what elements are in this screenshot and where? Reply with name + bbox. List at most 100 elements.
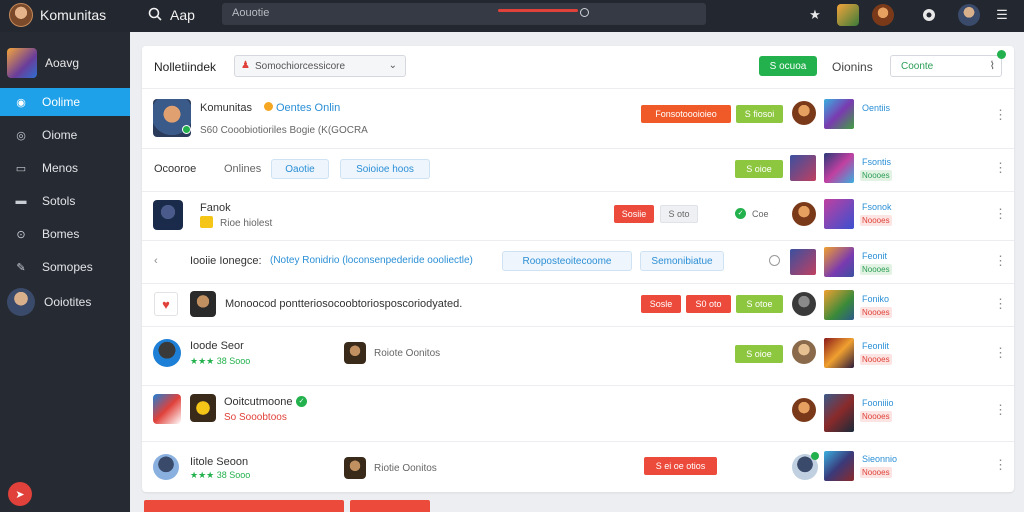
- more-options-icon[interactable]: ⋮: [994, 206, 1007, 222]
- list-item[interactable]: Fanok Rioe hiolest Sosiie S oto ✓ Coe Fs…: [142, 192, 1014, 240]
- action-button[interactable]: S ei oe otios: [644, 457, 717, 475]
- game-thumbnail[interactable]: [790, 249, 816, 275]
- member-name: Ooitcutmoone: [224, 396, 293, 408]
- globe-icon: ⊙: [16, 228, 26, 241]
- member-avatar: [344, 457, 366, 479]
- sidebar-item-label: Oolime: [42, 95, 81, 109]
- member-avatar: [190, 394, 216, 422]
- online-indicator: [182, 125, 191, 134]
- game-thumbnail[interactable]: [824, 394, 854, 432]
- top-bar: Komunitas Aap Aouotie ★ ☰: [0, 0, 1024, 32]
- more-options-icon[interactable]: ⋮: [994, 296, 1007, 312]
- more-options-icon[interactable]: ⋮: [994, 402, 1007, 418]
- bottom-action-button[interactable]: [350, 500, 430, 512]
- sidebar-item-label: Sotols: [42, 194, 76, 208]
- game-thumbnail[interactable]: [824, 153, 854, 183]
- select-value: Somochiorcessicore: [255, 61, 346, 72]
- menu-icon[interactable]: ☰: [991, 4, 1013, 26]
- verified-icon: [264, 102, 273, 111]
- member-avatar: [153, 200, 183, 230]
- notification-icon[interactable]: [918, 4, 940, 26]
- game-thumbnail[interactable]: [824, 451, 854, 481]
- side-title: Fsonok: [862, 202, 892, 212]
- member-name: Iitole Seoon: [190, 456, 249, 468]
- secondary-button[interactable]: S oto: [660, 205, 698, 223]
- member-avatar: [153, 339, 181, 367]
- badge-icon: [200, 216, 213, 228]
- heart-icon[interactable]: ♥: [154, 292, 178, 316]
- community-avatar[interactable]: [7, 48, 37, 78]
- member-avatar: [792, 101, 816, 125]
- game-thumbnail[interactable]: [824, 290, 854, 320]
- filter-value: Coonte: [901, 61, 934, 72]
- member-status-link[interactable]: Oentes Onlin: [276, 102, 340, 114]
- app-logo[interactable]: [9, 3, 33, 27]
- panel-title: Nolletiindek: [154, 60, 217, 74]
- profile-avatar-small[interactable]: [872, 4, 894, 26]
- row-link[interactable]: (Notey Ronidrio (loconsenpederide ooolie…: [270, 255, 473, 266]
- action-button[interactable]: Fonsotoooioieo: [641, 105, 731, 123]
- filter-chip[interactable]: Semonibiatue: [640, 251, 724, 271]
- sidebar-item-user[interactable]: Ooiotites: [0, 288, 130, 316]
- game-thumbnail[interactable]: [790, 155, 816, 181]
- list-item[interactable]: Komunitas Oentes Onlin S60 Cooobiotioril…: [142, 89, 1014, 149]
- tag-button[interactable]: S oioe: [735, 345, 783, 363]
- more-options-icon[interactable]: ⋮: [994, 107, 1007, 123]
- progress-handle[interactable]: [580, 8, 589, 17]
- filter-chip[interactable]: Oaotie: [271, 159, 329, 179]
- chart-icon[interactable]: ⌇: [990, 59, 995, 72]
- tag-button[interactable]: S oioe: [735, 160, 783, 178]
- filter-chip[interactable]: Soioioe hoos: [340, 159, 430, 179]
- search-icon[interactable]: [148, 7, 162, 21]
- sidebar-item-online[interactable]: ◉ Oolime: [0, 88, 130, 116]
- chevron-left-icon[interactable]: ‹: [154, 255, 158, 267]
- action-button[interactable]: Sosle: [641, 295, 681, 313]
- tag-button[interactable]: S otoe: [736, 295, 783, 313]
- chip-label: Oaotie: [285, 163, 315, 175]
- action-button[interactable]: S0 oto: [686, 295, 731, 313]
- list-item[interactable]: Ooitcutmoone ✓ So Sooobtoos Fooniiio Noo…: [142, 386, 1014, 441]
- bottom-action-button[interactable]: [144, 500, 344, 512]
- radio-button[interactable]: [769, 255, 780, 266]
- game-thumbnail[interactable]: [824, 247, 854, 277]
- list-item[interactable]: ‹ Iooiie Ionegce: (Notey Ronidrio (locon…: [142, 241, 1014, 283]
- side-tag: Noooes: [860, 354, 892, 365]
- list-item[interactable]: Ocooroe Onlines Oaotie Soioioe hoos S oi…: [142, 149, 1014, 191]
- compose-button[interactable]: ➤: [8, 482, 32, 506]
- row-mid-text: Riotie Oonitos: [374, 463, 437, 474]
- search-label: Aap: [170, 7, 195, 23]
- category-select[interactable]: ♟ Somochiorcessicore ⌄: [234, 55, 406, 77]
- list-item[interactable]: Ioode Seor ★★★ 38 Sooo Roiote Oonitos S …: [142, 327, 1014, 385]
- more-options-icon[interactable]: ⋮: [994, 457, 1007, 473]
- sidebar-item-games[interactable]: ⊙ Bomes: [0, 220, 130, 248]
- sidebar-item-home[interactable]: ◎ Oiome: [0, 121, 130, 149]
- more-options-icon[interactable]: ⋮: [994, 253, 1007, 269]
- verified-icon: ✓: [296, 396, 307, 407]
- more-options-icon[interactable]: ⋮: [994, 345, 1007, 361]
- game-thumbnail[interactable]: [824, 338, 854, 368]
- filter-input[interactable]: Coonte ⌇: [890, 50, 1006, 77]
- game-icon[interactable]: [837, 4, 859, 26]
- tag-button[interactable]: S fiosoi: [736, 105, 783, 123]
- rating-stars: ★★★ 38 Sooo: [190, 470, 251, 480]
- sidebar-item-settings[interactable]: ✎ Somopes: [0, 253, 130, 281]
- user-avatar[interactable]: [958, 4, 980, 26]
- list-item[interactable]: ♥ Monoocod pontteriosocoobtoriosposcorio…: [142, 284, 1014, 326]
- sidebar-item-messages[interactable]: ▭ Menos: [0, 154, 130, 182]
- filter-chip[interactable]: Rooposteoitecoome: [502, 251, 632, 271]
- sidebar-item-tools[interactable]: ▬ Sotols: [0, 187, 130, 215]
- member-avatar: [792, 398, 816, 422]
- side-title: Oentiis: [862, 103, 891, 113]
- action-button[interactable]: Sosiie: [614, 205, 654, 223]
- row-prefix: Iooiie Ionegce:: [190, 255, 262, 267]
- more-options-icon[interactable]: ⋮: [994, 160, 1007, 176]
- chip-label: Rooposteoitecoome: [522, 255, 612, 267]
- global-search-input[interactable]: Aouotie: [222, 3, 706, 25]
- primary-action-button[interactable]: S ocuoa: [759, 56, 817, 76]
- list-item[interactable]: Iitole Seoon ★★★ 38 Sooo Riotie Oonitos …: [142, 442, 1014, 490]
- status-text: Coe: [752, 209, 769, 219]
- member-description: So Sooobtoos: [224, 412, 287, 423]
- star-icon[interactable]: ★: [804, 4, 826, 26]
- game-thumbnail[interactable]: [824, 99, 854, 129]
- game-thumbnail[interactable]: [824, 199, 854, 229]
